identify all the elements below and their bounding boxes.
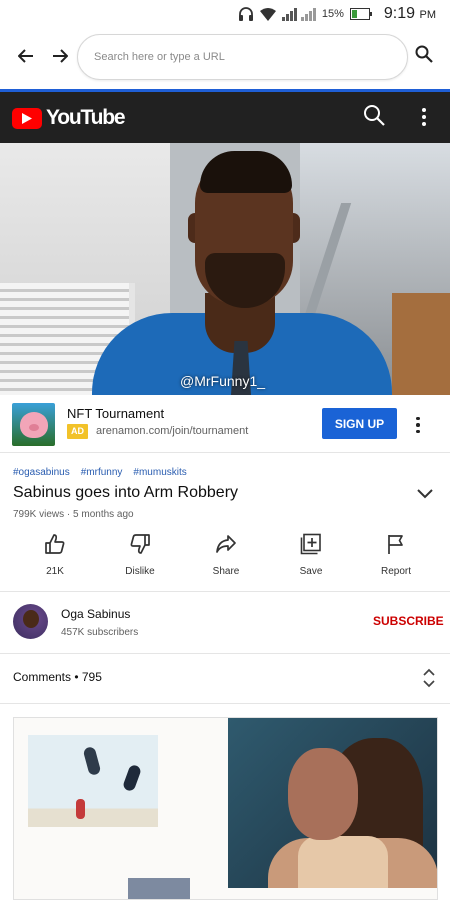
report-label: Report [380, 566, 411, 577]
thumbs-down-icon [129, 533, 151, 560]
divider [0, 591, 450, 592]
search-icon [415, 45, 433, 68]
forward-icon [52, 48, 69, 68]
ad-url: arenamon.com/join/tournament [96, 425, 249, 437]
photo-woman-portrait [228, 718, 437, 888]
save-button[interactable]: Save [281, 533, 341, 577]
photo-jumping-people [28, 735, 158, 827]
video-title[interactable]: Sabinus goes into Arm Robbery [13, 484, 238, 502]
forward-button[interactable] [42, 38, 78, 78]
dislike-label: Dislike [125, 566, 155, 577]
hashtag-link[interactable]: #mumuskits [133, 467, 186, 478]
save-label: Save [299, 566, 323, 577]
sign-up-button[interactable]: SIGN UP [322, 408, 397, 439]
subscribe-button[interactable]: SUBSCRIBE [373, 614, 444, 628]
signal-icon [281, 7, 316, 21]
search-icon [363, 105, 385, 130]
thumbs-up-icon [44, 533, 66, 560]
video-actions: 21K Dislike Share Save Report [0, 533, 450, 589]
flag-icon [385, 533, 407, 560]
hashtag-link[interactable]: #mrfunny [81, 467, 123, 478]
report-button[interactable]: Report [366, 533, 426, 577]
comments-header[interactable]: Comments • 795 [13, 670, 102, 684]
clock: 9:19 PM [383, 5, 436, 22]
browser-search-button[interactable] [410, 42, 438, 70]
youtube-play-icon [12, 107, 42, 129]
wifi-icon [259, 7, 276, 21]
battery-icon [349, 8, 372, 20]
like-count: 21K [46, 566, 64, 577]
hashtag-list: #ogasabinus #mrfunny #mumuskits [13, 467, 187, 478]
battery-percent: 15% [321, 8, 344, 20]
youtube-more-button[interactable] [414, 104, 434, 130]
youtube-wordmark: YouTube [46, 106, 126, 129]
divider [0, 653, 450, 654]
hashtag-link[interactable]: #ogasabinus [13, 467, 70, 478]
share-label: Share [212, 566, 240, 577]
browser-toolbar: Search here or type a URL [0, 30, 450, 86]
expand-comments-button[interactable] [422, 668, 438, 688]
url-placeholder: Search here or type a URL [94, 51, 225, 63]
youtube-logo[interactable]: YouTube [12, 106, 126, 130]
divider [0, 703, 450, 704]
video-watermark: @MrFunny1_ [180, 373, 266, 389]
video-meta: 799K views · 5 months ago [13, 509, 134, 520]
status-bar: 15% 9:19 PM [0, 0, 450, 28]
ad-more-button[interactable] [412, 414, 424, 436]
ad-thumbnail [12, 403, 55, 446]
like-button[interactable]: 21K [25, 533, 85, 577]
subscriber-count: 457K subscribers [61, 627, 139, 638]
channel-avatar[interactable] [13, 604, 48, 639]
ad-banner[interactable]: NFT Tournament AD arenamon.com/join/tour… [0, 395, 450, 453]
expand-description-button[interactable] [416, 486, 436, 506]
ad-title: NFT Tournament [67, 406, 165, 421]
headphones-icon [238, 7, 254, 21]
ad-badge: AD [67, 424, 88, 439]
back-button[interactable] [8, 38, 44, 78]
save-to-playlist-icon [300, 533, 322, 560]
chevron-down-icon [416, 486, 434, 503]
share-button[interactable]: Share [196, 533, 256, 577]
youtube-search-button[interactable] [363, 104, 389, 130]
youtube-header: YouTube [0, 92, 450, 143]
video-player[interactable]: @MrFunny1_ [0, 143, 450, 395]
back-icon [17, 48, 34, 68]
share-icon [215, 533, 237, 560]
photo-thumbnail [128, 878, 190, 899]
unfold-icon [422, 668, 436, 692]
promoted-image-card[interactable] [13, 717, 438, 900]
dislike-button[interactable]: Dislike [110, 533, 170, 577]
url-input[interactable]: Search here or type a URL [77, 34, 408, 80]
channel-name[interactable]: Oga Sabinus [61, 607, 130, 621]
